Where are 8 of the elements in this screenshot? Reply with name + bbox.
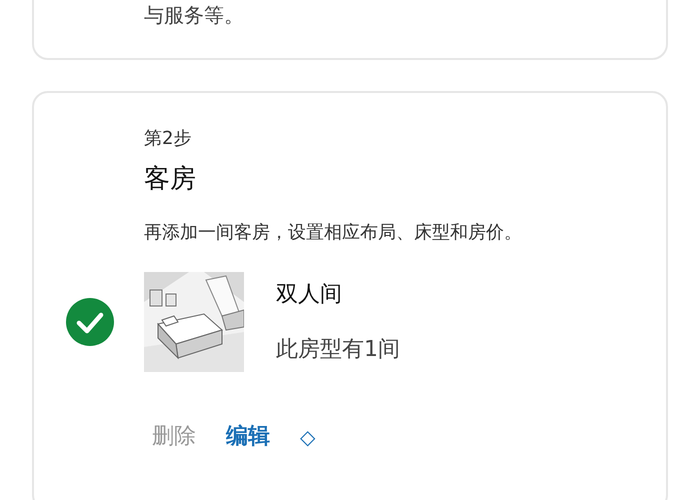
room-count: 此房型有1间 [276,336,400,364]
step-label: 第2步 [144,127,192,151]
expand-toggle[interactable]: ◇ [300,422,316,452]
room-name: 双人间 [276,281,343,309]
step-description: 再添加一间客房，设置相应布局、床型和房价。 [144,221,523,245]
description-text: 与服务等。 [144,2,245,29]
edit-button[interactable]: 编辑 [226,420,270,453]
step-title: 客房 [144,163,197,196]
